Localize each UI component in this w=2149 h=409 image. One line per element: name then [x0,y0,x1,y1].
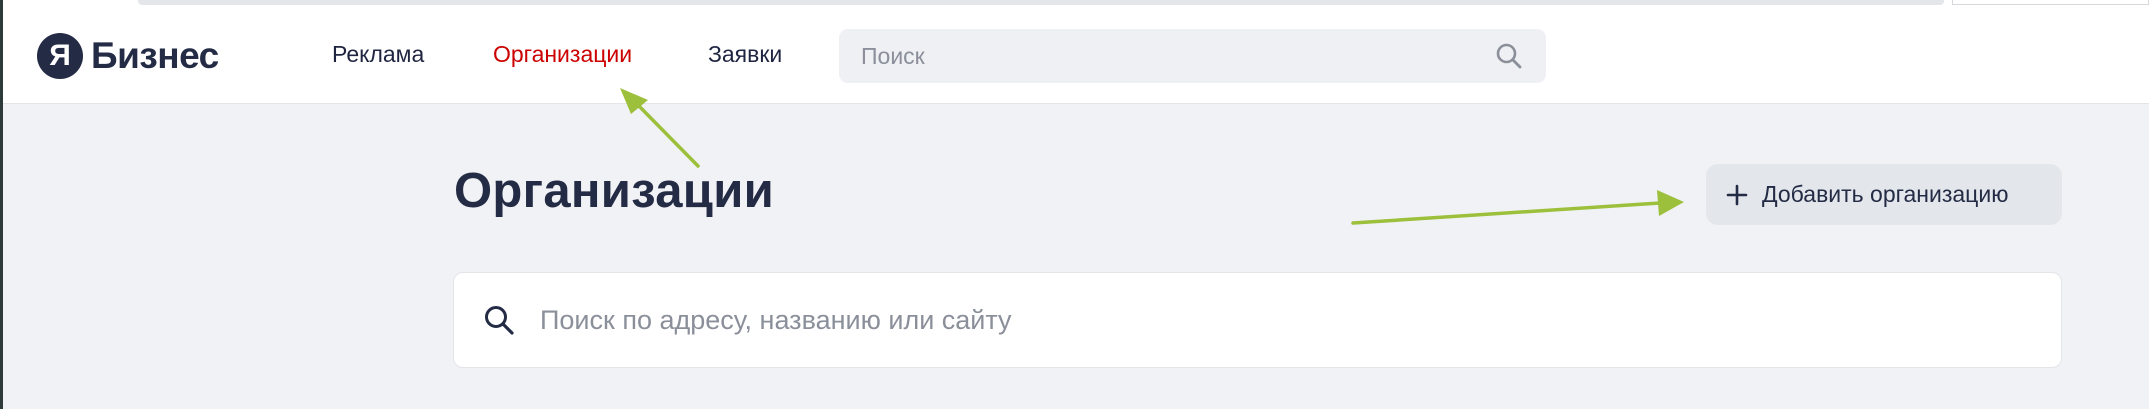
nav-item-requests[interactable]: Заявки [708,41,782,68]
top-header: Я Бизнес Реклама Организации Заявки [3,10,2149,104]
logo-text: Бизнес [91,35,219,76]
header-search-bar [839,29,1546,83]
logo-mark: Я [37,33,83,79]
organization-search-input[interactable] [540,304,2061,336]
browser-window-strip [0,0,2149,10]
plus-icon [1726,179,1748,211]
browser-tab[interactable] [1952,0,2149,5]
header-search-input[interactable] [861,42,1494,70]
add-organization-label: Добавить организацию [1762,181,2009,207]
page-title: Организации [454,164,775,218]
annotation-arrow-add-button [1351,190,1684,225]
search-icon [482,303,516,337]
yandex-business-logo[interactable]: Я Бизнес [37,32,219,80]
nav-item-ads[interactable]: Реклама [332,41,424,68]
organization-search-bar [453,272,2062,368]
nav-item-organizations[interactable]: Организации [493,41,632,68]
browser-tab[interactable] [138,0,1944,5]
search-icon[interactable] [1494,41,1524,71]
add-organization-button[interactable]: Добавить организацию [1706,164,2062,225]
